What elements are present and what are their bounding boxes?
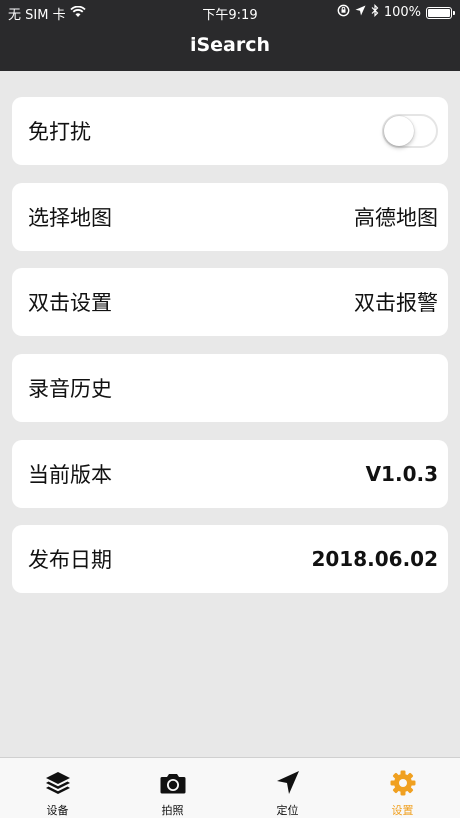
- tab-bar: 设备 拍照 定位 设置: [0, 757, 460, 818]
- settings-row-label: 发布日期: [28, 548, 112, 572]
- settings-row-value: 双击报警: [354, 291, 438, 315]
- tab-label: 设置: [391, 804, 414, 817]
- location-arrow-icon: [273, 768, 303, 798]
- settings-row-value: 2018.06.02: [311, 547, 438, 571]
- tab-label: 设备: [46, 804, 69, 817]
- orientation-lock-icon: [337, 4, 350, 21]
- page-title: iSearch: [189, 34, 271, 56]
- tab-location[interactable]: 定位: [230, 758, 345, 818]
- settings-row-do-not-disturb: 免打扰: [12, 97, 448, 165]
- settings-row-map-select[interactable]: 选择地图 高德地图: [12, 183, 448, 251]
- status-bar: 无 SIM 卡 下午9:19 100%: [0, 0, 460, 24]
- tab-settings[interactable]: 设置: [345, 758, 460, 818]
- battery-percent: 100%: [383, 5, 421, 20]
- gear-icon: [388, 768, 418, 798]
- settings-row-value: V1.0.3: [365, 462, 438, 486]
- status-right: 100%: [337, 4, 455, 21]
- settings-row-label: 当前版本: [28, 463, 112, 487]
- settings-content: 免打扰 选择地图 高德地图 双击设置 双击报警 录音历史 当前版本 V1.0.3…: [0, 71, 460, 757]
- settings-row-double-tap[interactable]: 双击设置 双击报警: [12, 268, 448, 336]
- camera-icon: [158, 768, 188, 798]
- settings-row-recording-history[interactable]: 录音历史: [12, 354, 448, 422]
- toggle-knob: [384, 116, 414, 146]
- settings-row-label: 录音历史: [28, 377, 112, 401]
- tab-label: 定位: [276, 804, 299, 817]
- location-services-icon: [355, 5, 366, 20]
- settings-row-label: 双击设置: [28, 291, 112, 315]
- settings-row-label: 选择地图: [28, 206, 112, 230]
- bluetooth-icon: [371, 4, 379, 21]
- tab-label: 拍照: [161, 804, 184, 817]
- tab-camera[interactable]: 拍照: [115, 758, 230, 818]
- navigation-header: 无 SIM 卡 下午9:19 100% iSearch: [0, 0, 460, 71]
- do-not-disturb-toggle[interactable]: [382, 114, 438, 148]
- settings-row-release-date: 发布日期 2018.06.02: [12, 525, 448, 593]
- settings-row-label: 免打扰: [28, 120, 91, 144]
- layers-icon: [43, 768, 73, 798]
- settings-row-current-version: 当前版本 V1.0.3: [12, 440, 448, 508]
- battery-icon: [426, 6, 455, 19]
- settings-row-value: 高德地图: [354, 206, 438, 230]
- tab-devices[interactable]: 设备: [0, 758, 115, 818]
